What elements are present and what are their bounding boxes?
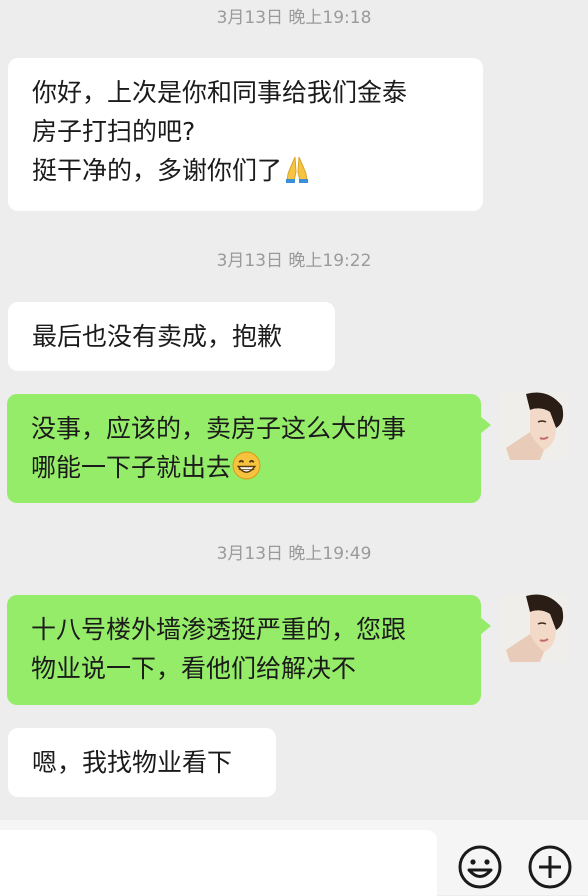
user-avatar[interactable] — [500, 392, 568, 460]
message-text: 挺干净的，多谢你们了 — [32, 156, 283, 185]
message-line: 没事，应该的，卖房子这么大的事 — [31, 414, 407, 443]
message-bubble-incoming[interactable]: 你好，上次是你和同事给我们金泰 房子打扫的吧? 挺干净的，多谢你们了 — [8, 58, 483, 211]
grinning-face-icon — [231, 450, 262, 492]
message-line: 十八号楼外墙渗透挺严重的，您跟 — [31, 615, 407, 644]
message-bubble-incoming[interactable]: 最后也没有卖成，抱歉 — [8, 302, 335, 371]
message-bubble-outgoing[interactable]: 十八号楼外墙渗透挺严重的，您跟 物业说一下，看他们给解决不 — [7, 595, 491, 705]
message-line: 嗯，我找物业看下 — [32, 748, 233, 777]
message-line: 挺干净的，多谢你们了 — [32, 151, 459, 195]
message-line: 房子打扫的吧? — [32, 117, 196, 146]
timestamp: 3月13日 晚上19:18 — [216, 8, 372, 28]
message-line: 你好，上次是你和同事给我们金泰 — [32, 78, 408, 107]
message-text: 哪能一下子就出去 — [31, 453, 232, 482]
message-line: 物业说一下，看他们给解决不 — [31, 654, 357, 683]
emoji-icon[interactable] — [456, 843, 504, 891]
message-bubble-incoming[interactable]: 嗯，我找物业看下 — [8, 728, 276, 797]
timestamp: 3月13日 晚上19:22 — [216, 251, 372, 271]
message-input[interactable] — [0, 830, 437, 896]
message-line: 最后也没有卖成，抱歉 — [32, 322, 283, 351]
user-avatar[interactable] — [500, 594, 568, 662]
plus-icon[interactable] — [526, 843, 574, 891]
folded-hands-icon — [282, 154, 312, 195]
input-bar — [0, 820, 588, 896]
message-bubble-outgoing[interactable]: 没事，应该的，卖房子这么大的事 哪能一下子就出去 — [7, 394, 491, 503]
timestamp: 3月13日 晚上19:49 — [216, 544, 372, 564]
message-line: 哪能一下子就出去 — [31, 448, 457, 492]
